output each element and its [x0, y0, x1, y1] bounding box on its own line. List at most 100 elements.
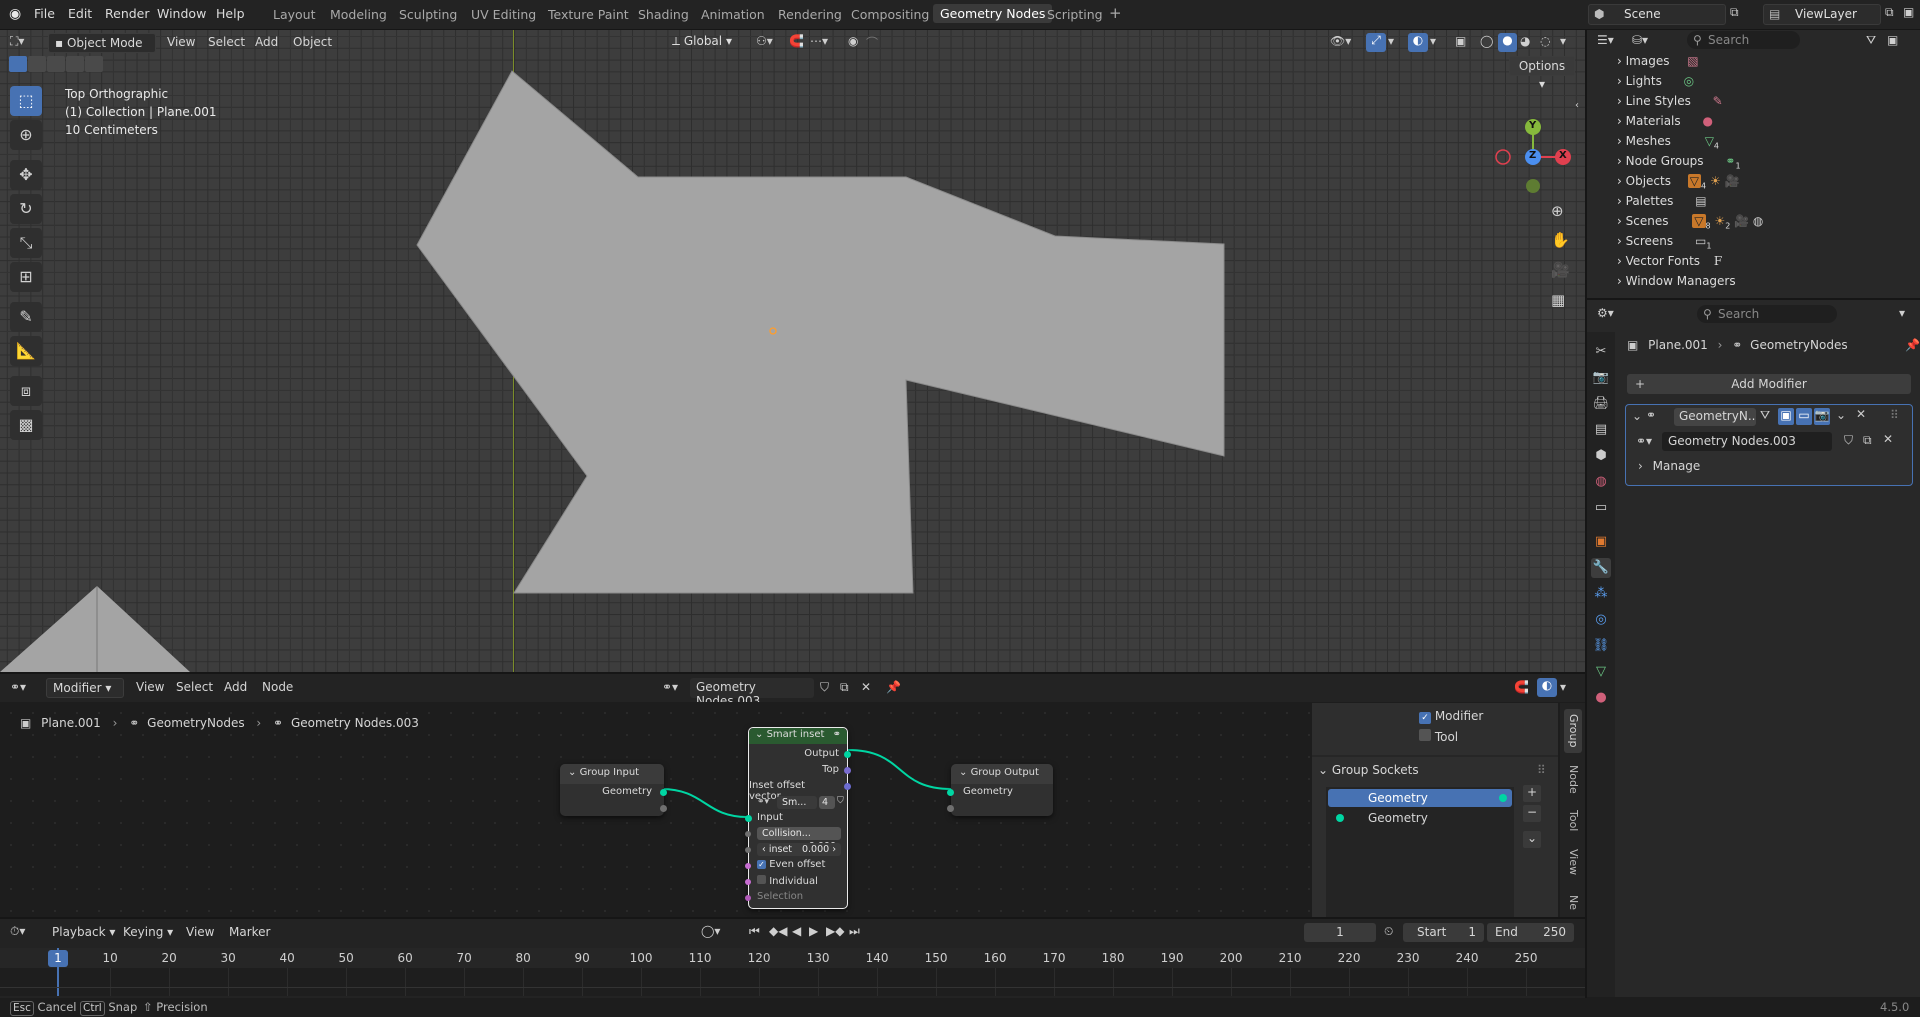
list-item[interactable]: › Objects ▽ 4 ☀ 🎥 — [1617, 174, 1740, 190]
viewport-menu-add[interactable]: Add — [255, 35, 278, 49]
group-input-empty-socket[interactable] — [660, 805, 667, 812]
object-tab-icon[interactable]: ▣ — [1591, 532, 1611, 552]
collection-tab-icon[interactable]: ▭ — [1591, 498, 1611, 518]
play-reverse-icon[interactable]: ◀ — [792, 924, 801, 938]
cage-toggle-icon[interactable]: ▣ — [1778, 408, 1794, 425]
even-offset-checkbox[interactable]: ✓ Even offset — [757, 859, 825, 870]
menu-window[interactable]: Window — [157, 6, 206, 21]
menu-render[interactable]: Render — [105, 6, 150, 21]
viewport-menu-select[interactable]: Select — [208, 35, 245, 49]
overlay-toggle-icon[interactable]: ◐ — [1408, 33, 1428, 52]
view-layer-copy-icon[interactable]: ⧉ — [1885, 5, 1894, 20]
scene-selector[interactable]: ⬢ Scene — [1588, 4, 1726, 25]
end-frame-field[interactable]: End 250 — [1487, 923, 1574, 942]
subgroup-fake-user-icon[interactable]: ⛉ — [837, 796, 844, 806]
collapse-chevron-icon[interactable]: ⌄ — [1632, 409, 1642, 423]
tab-layout[interactable]: Layout — [273, 7, 316, 22]
select-new-icon[interactable] — [9, 56, 27, 72]
edit-mode-toggle-icon[interactable]: ⛛ — [1760, 408, 1770, 423]
tab-texture-paint[interactable]: Texture Paint — [548, 7, 629, 22]
drag-handle-icon[interactable]: ⠿ — [1890, 408, 1899, 422]
list-item[interactable]: › Screens ▭1 — [1617, 234, 1711, 250]
add-modifier-button[interactable]: + Add Modifier — [1627, 374, 1911, 394]
timeline-editor-type-icon[interactable]: ⏱▾ — [10, 924, 25, 939]
material-tab-icon[interactable]: ● — [1591, 688, 1611, 708]
menu-help[interactable]: Help — [216, 6, 245, 21]
properties-options-icon[interactable]: ▾ — [1899, 306, 1905, 320]
duplicate-icon[interactable]: ⧉ — [1863, 433, 1872, 448]
viewport-menu-view[interactable]: View — [167, 35, 195, 49]
extra-tool-icon[interactable]: ▩ — [10, 410, 42, 440]
gizmo-dropdown-icon[interactable]: ▾ — [1388, 34, 1394, 48]
editor-type-icon[interactable]: ⛶▾ — [10, 34, 24, 49]
proportional-edit-icon[interactable]: ◉ — [848, 34, 858, 48]
view-layer-tab-icon[interactable]: ▤ — [1591, 420, 1611, 440]
view-layer-remove-icon[interactable]: ▣ — [1903, 5, 1914, 19]
snap-icon[interactable]: 🧲 — [789, 34, 804, 48]
menu-file[interactable]: File — [34, 6, 55, 21]
annotate-tool-icon[interactable]: ✎ — [10, 302, 42, 332]
constraints-tab-icon[interactable]: ⛓ — [1591, 636, 1611, 656]
collision-field[interactable]: Collision... 0.000 — [757, 827, 841, 852]
tool-usage-checkbox[interactable]: Tool — [1419, 729, 1458, 744]
gizmo-toggle-icon[interactable]: ⤢ — [1366, 33, 1386, 52]
select-intersect-icon[interactable] — [85, 56, 103, 72]
playhead-marker[interactable]: 1 — [48, 950, 68, 967]
perspective-toggle-icon[interactable]: ▦ — [1551, 291, 1565, 309]
tab-node[interactable]: Node — [1564, 761, 1582, 797]
blender-logo-icon[interactable]: ◉ — [9, 6, 21, 22]
scale-tool-icon[interactable]: ⤡ — [10, 228, 42, 258]
group-output-node[interactable]: ⌄ Group Output Geometry — [947, 764, 1053, 816]
list-item[interactable]: › Meshes ▽4 — [1617, 134, 1719, 150]
group-sockets-header[interactable]: ⌄ Group Sockets — [1318, 763, 1419, 777]
list-item[interactable]: › Palettes ▤ — [1617, 194, 1707, 208]
tool-tab-icon[interactable]: ✂ — [1591, 342, 1611, 362]
socket-item-output[interactable]: Geometry — [1328, 789, 1512, 807]
auto-keying-icon[interactable]: ◯▾ — [701, 924, 720, 938]
outliner-editor-type-icon[interactable]: ☰▾ — [1597, 33, 1614, 47]
snap-target-icon[interactable]: ⋯▾ — [810, 34, 828, 48]
socket-menu-icon[interactable]: ⌄ — [1523, 831, 1541, 848]
tab-modeling[interactable]: Modeling — [330, 7, 387, 22]
list-item[interactable]: › Materials ● — [1617, 114, 1713, 128]
smart-inset-node[interactable]: ⌄ Smart inset ⚭ Output Top Inset offset v… — [745, 727, 851, 909]
view-layer-selector[interactable]: ▤ ViewLayer — [1763, 4, 1881, 25]
remove-socket-icon[interactable]: − — [1523, 805, 1541, 822]
fake-user-icon[interactable]: ⛉ — [1844, 433, 1853, 448]
modifier-dropdown-icon[interactable]: ⌄ — [1836, 408, 1846, 422]
tab-compositing[interactable]: Compositing — [851, 7, 929, 22]
visibility-icon[interactable]: 👁▾ — [1330, 34, 1351, 48]
jump-keyframe-forward-icon[interactable]: ▶◆ — [826, 924, 844, 938]
inset-field[interactable]: ‹ inset 0.000 › — [757, 843, 841, 856]
node-editor[interactable]: ⚭▾ Modifier ▾ View Select Add Node ⚭▾ Ge… — [0, 674, 1585, 937]
object-mode-dropdown[interactable]: ▪ Object Mode ▾ — [48, 33, 156, 68]
selection-socket[interactable] — [745, 895, 751, 901]
tab-uv-editing[interactable]: UV Editing — [471, 7, 536, 22]
timeline-view-menu[interactable]: View — [186, 925, 214, 939]
list-item[interactable]: › Images ▧ — [1617, 54, 1699, 68]
list-item[interactable]: › Node Groups ⚭1 — [1617, 154, 1741, 170]
input-geometry-socket[interactable] — [745, 815, 752, 822]
marker-menu[interactable]: Marker — [229, 925, 270, 939]
scroll-track[interactable] — [0, 987, 1585, 988]
move-tool-icon[interactable]: ✥ — [10, 160, 42, 190]
remove-modifier-icon[interactable]: ✕ — [1856, 407, 1866, 421]
list-item[interactable]: › Lights ◎ — [1617, 74, 1694, 88]
ne-snap-icon[interactable]: 🧲 — [1514, 680, 1529, 694]
realtime-toggle-icon[interactable]: ▭ — [1796, 408, 1812, 425]
tab-animation[interactable]: Animation — [701, 7, 765, 22]
modifier-usage-checkbox[interactable]: ✓ Modifier — [1419, 709, 1483, 724]
play-icon[interactable]: ▶ — [809, 924, 818, 938]
pan-hand-icon[interactable]: ✋ — [1551, 231, 1570, 249]
modifier-name-field[interactable]: GeometryN... — [1674, 408, 1756, 426]
zoom-icon[interactable]: ⊕ — [1551, 202, 1564, 220]
list-item[interactable]: › Window Managers — [1617, 274, 1736, 288]
timeline-track[interactable]: 10 20 30 40 50 60 70 80 90 100 110 120 130 140 150 160 1… — [0, 948, 1585, 996]
filter-icon[interactable]: ⛛ — [1866, 33, 1876, 48]
outliner-search-input[interactable]: ⚲ Search — [1687, 31, 1800, 49]
viewport-menu-object[interactable]: Object — [293, 35, 332, 49]
select-subtract-icon[interactable] — [47, 56, 65, 72]
transform-tool-icon[interactable]: ⊞ — [10, 262, 42, 292]
options-dropdown[interactable]: Options ▾ — [1509, 56, 1575, 91]
group-output-empty-socket[interactable] — [947, 805, 954, 812]
